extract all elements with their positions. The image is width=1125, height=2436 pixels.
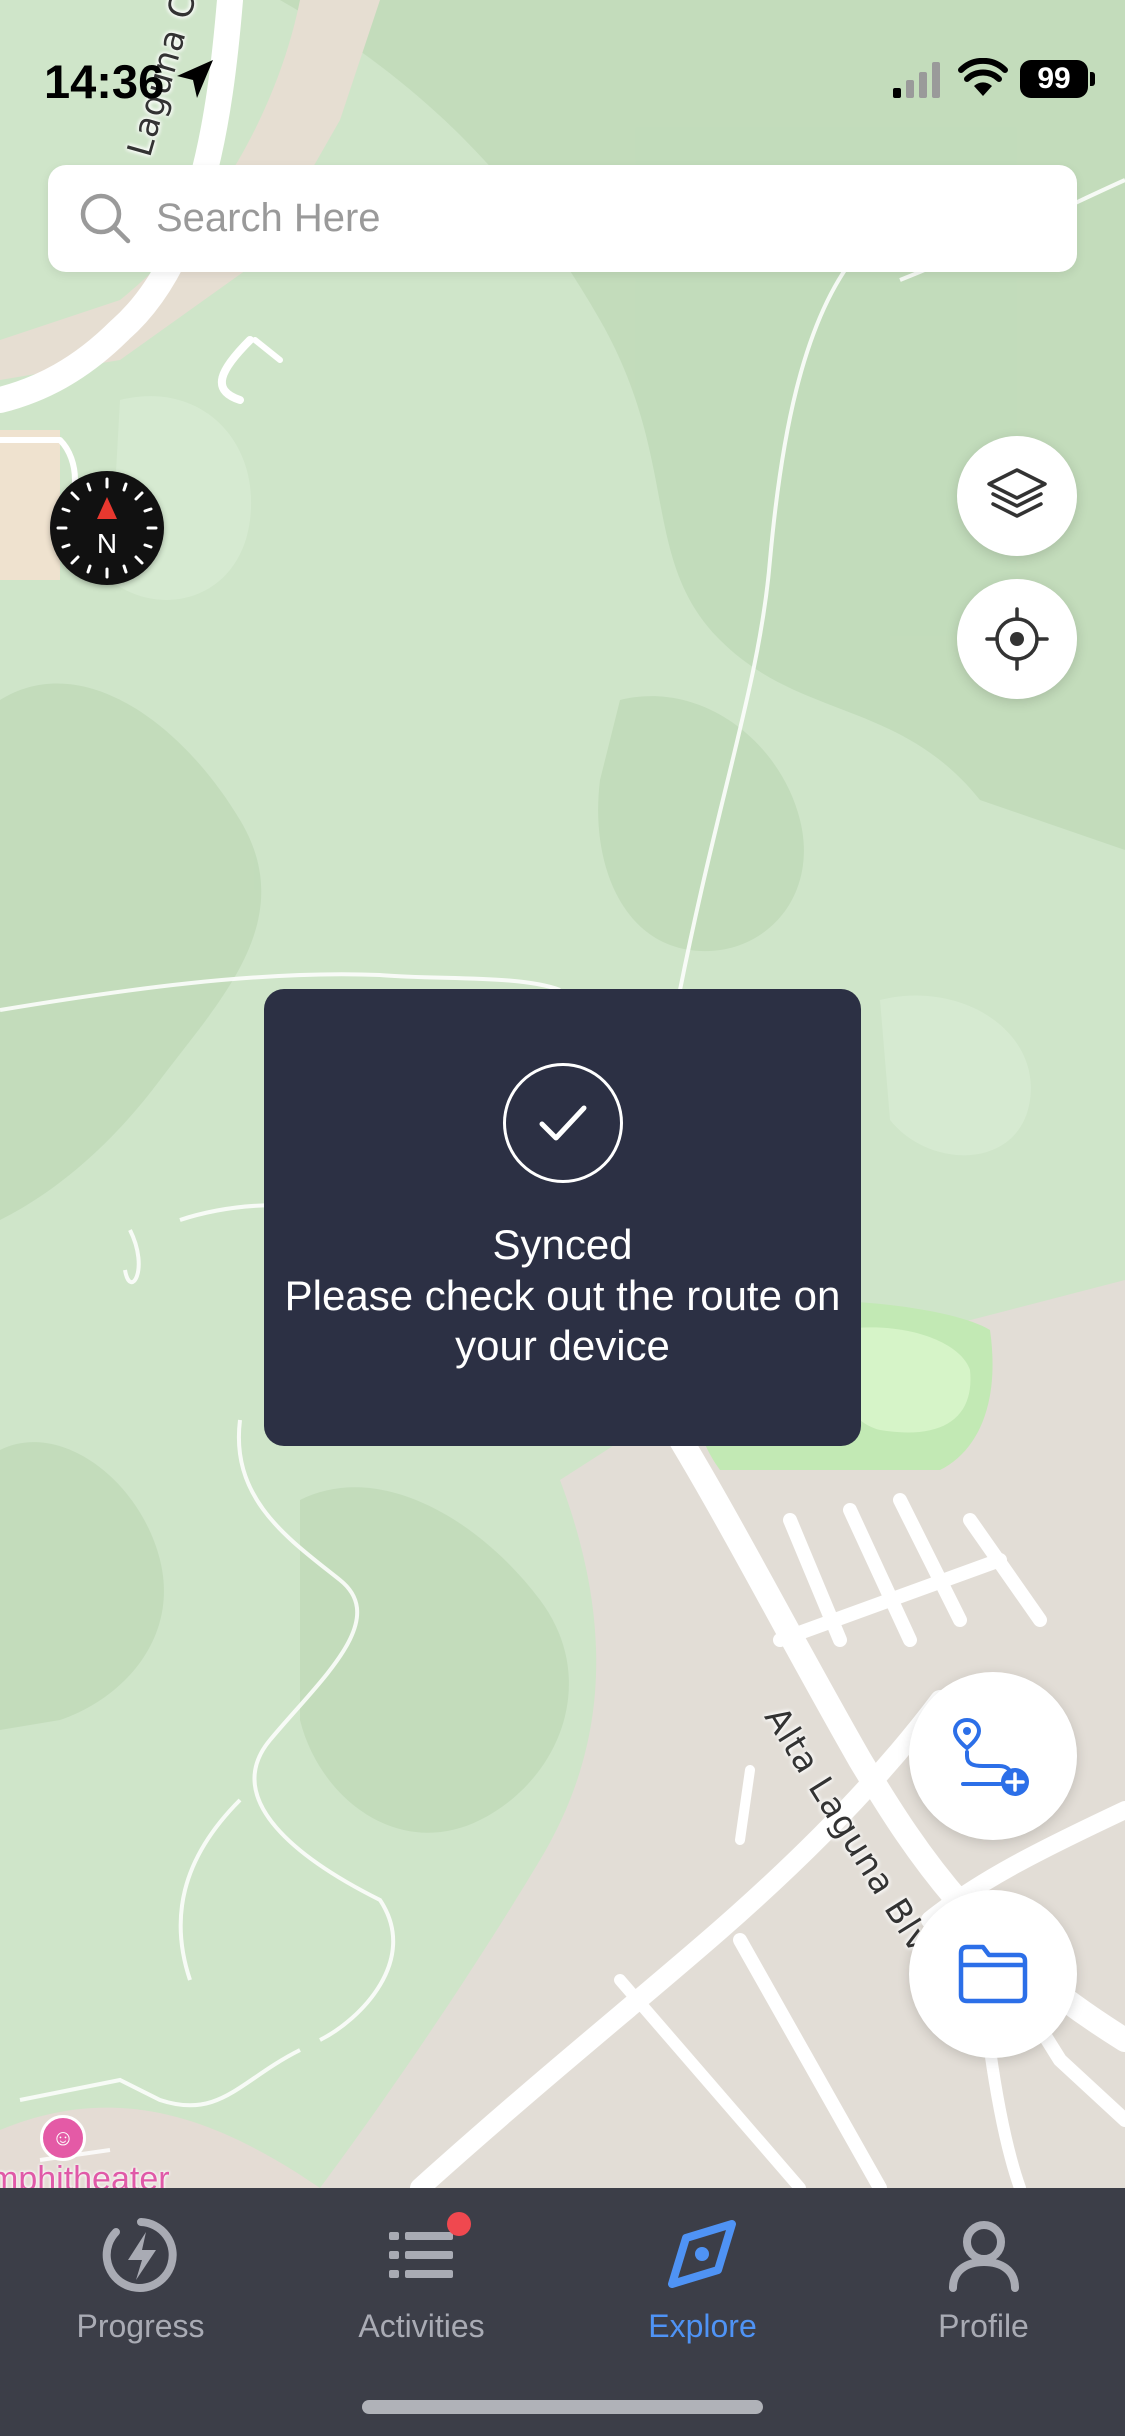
- compass-icon: [658, 2210, 748, 2300]
- tab-profile-label: Profile: [938, 2308, 1029, 2344]
- folder-icon: [958, 1944, 1028, 2004]
- checkmark-icon: [503, 1063, 623, 1183]
- route-add-icon: [953, 1717, 1029, 1796]
- search-icon: [80, 193, 131, 244]
- tab-explore[interactable]: Explore: [562, 2188, 843, 2368]
- toast-title: Synced: [492, 1221, 633, 1268]
- search-input[interactable]: [156, 165, 1036, 272]
- compass-icon: N: [56, 477, 158, 579]
- folder-button[interactable]: [909, 1890, 1077, 2058]
- theater-icon[interactable]: ☺: [40, 2115, 86, 2161]
- tab-activities[interactable]: Activities: [281, 2188, 562, 2368]
- status-time: 14:36: [44, 55, 165, 108]
- sync-toast: Synced Please check out the route on you…: [264, 989, 861, 1446]
- lightning-circle-icon: [96, 2210, 186, 2300]
- search-bar[interactable]: [48, 165, 1077, 272]
- status-bar: 14:36 99: [0, 0, 1125, 150]
- list-icon: [377, 2210, 471, 2300]
- home-indicator[interactable]: [362, 2400, 763, 2414]
- tab-progress-label: Progress: [76, 2308, 205, 2344]
- layers-button[interactable]: [957, 436, 1077, 556]
- tab-progress[interactable]: Progress: [0, 2188, 281, 2368]
- crosshair-icon: [985, 607, 1049, 671]
- create-route-button[interactable]: [909, 1672, 1077, 1840]
- signal-icon: [893, 62, 940, 98]
- layers-icon: [987, 468, 1047, 518]
- battery-icon: 99: [1020, 60, 1088, 98]
- tab-activities-label: Activities: [358, 2308, 485, 2344]
- notification-badge: [446, 2212, 471, 2236]
- tab-profile[interactable]: Profile: [843, 2188, 1124, 2368]
- location-arrow-icon: [177, 60, 213, 98]
- wifi-icon: [958, 58, 1008, 96]
- toast-message: Please check out the route on your devic…: [284, 1272, 841, 1369]
- locate-button[interactable]: [957, 579, 1077, 699]
- tab-bar: Progress Activities Explore Profile: [0, 2188, 1125, 2436]
- battery-tip: [1090, 72, 1095, 86]
- compass-letter: N: [97, 528, 117, 559]
- tab-explore-label: Explore: [648, 2308, 757, 2344]
- person-icon: [939, 2210, 1029, 2300]
- screen: Laguna Canyon Rd Alta Laguna Blvd ☺ mphi…: [0, 0, 1125, 2436]
- compass-button[interactable]: N: [50, 471, 164, 585]
